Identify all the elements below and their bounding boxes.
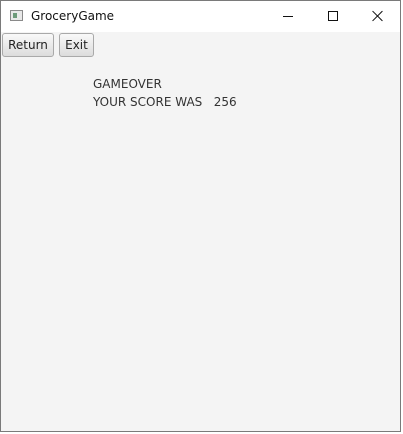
app-window-icon — [10, 10, 23, 21]
maximize-icon — [328, 11, 338, 21]
game-over-heading: GAMEOVER — [93, 77, 162, 91]
score-label: YOUR SCORE WAS — [93, 95, 203, 109]
maximize-button[interactable] — [311, 1, 357, 32]
score-value: 256 — [213, 95, 237, 109]
game-window: GroceryGame Return Exit GAMEOVER YOUR SC… — [0, 0, 401, 432]
return-button[interactable]: Return — [2, 33, 54, 57]
close-icon — [372, 10, 384, 22]
title-bar[interactable]: GroceryGame — [1, 1, 400, 32]
close-button[interactable] — [355, 1, 401, 32]
app-icon-fill — [13, 13, 17, 18]
minimize-icon — [283, 16, 293, 17]
exit-button[interactable]: Exit — [59, 33, 94, 57]
score-line: YOUR SCORE WAS 256 — [93, 95, 237, 109]
window-title: GroceryGame — [31, 9, 115, 23]
minimize-button[interactable] — [265, 1, 311, 32]
